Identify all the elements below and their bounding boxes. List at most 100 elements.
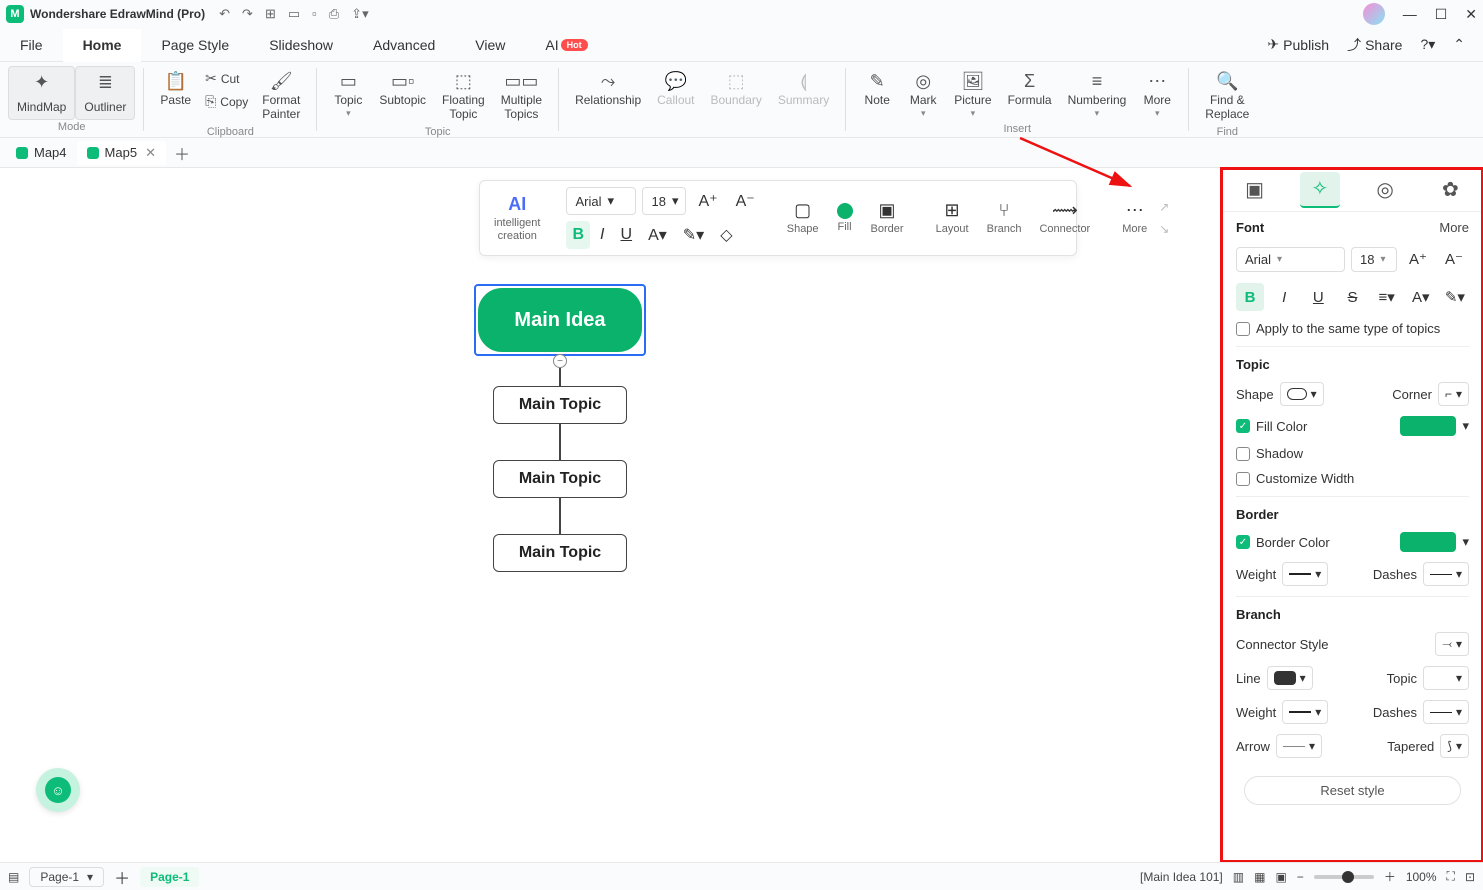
close-icon[interactable]: ✕ [1465,6,1477,23]
font-color-icon[interactable]: A▾ [642,221,673,249]
italic-icon[interactable]: I [594,221,610,249]
menu-page-style[interactable]: Page Style [141,28,249,61]
toolbar-expand-icon[interactable]: ↘ [1159,222,1169,236]
fill-color-checkbox[interactable]: ✓Fill Color [1236,419,1307,434]
font-shrink-icon[interactable]: A⁻ [1439,245,1469,273]
publish-button[interactable]: ✈Publish [1267,36,1329,53]
border-color-swatch[interactable] [1400,532,1456,552]
pages-icon[interactable]: ▤ [8,870,19,884]
float-branch-button[interactable]: ⑂Branch [981,200,1028,235]
align-button[interactable]: ≡▾ [1373,283,1401,311]
boundary-button[interactable]: ⬚Boundary [703,66,770,112]
help-button[interactable]: ?▾ [1420,36,1435,53]
border-weight-select[interactable]: ▾ [1282,562,1328,586]
zoom-in-icon[interactable]: ＋ [1384,868,1396,885]
line-color-select[interactable]: ▾ [1267,666,1313,690]
tapered-select[interactable]: ⟆▾ [1440,734,1469,758]
copy-button[interactable]: ⎘Copy [199,91,254,112]
zoom-out-icon[interactable]: − [1297,870,1304,884]
shape-select[interactable]: ▾ [1280,382,1324,406]
zoom-value[interactable]: 100% [1406,870,1437,884]
strike-button[interactable]: S [1338,283,1366,311]
minimize-icon[interactable]: — [1403,6,1417,22]
ai-creation-button[interactable]: AI intelligent creation [488,194,546,241]
font-increase-icon[interactable]: A⁺ [692,187,723,215]
highlight-button[interactable]: ✎▾ [1441,283,1469,311]
toolbar-collapse-icon[interactable]: ↗ [1159,200,1169,214]
mindmap-mode-button[interactable]: ✦MindMap [8,66,75,120]
font-grow-icon[interactable]: A⁺ [1403,245,1433,273]
print-icon[interactable]: ⎙ [329,6,339,22]
relationship-button[interactable]: ⤳Relationship [567,66,649,112]
maximize-icon[interactable]: ☐ [1435,6,1448,23]
outliner-mode-button[interactable]: ≣Outliner [75,66,135,120]
corner-select[interactable]: ⌐▾ [1438,382,1469,406]
main-topic-node-2[interactable]: Main Topic [493,460,627,498]
float-border-button[interactable]: ▣Border [865,200,910,235]
user-avatar-icon[interactable] [1363,3,1385,25]
format-painter-button[interactable]: 🖌Format Painter [254,66,308,126]
share-button[interactable]: ⤴Share [1347,35,1402,55]
fit-icon[interactable]: ⊡ [1465,870,1475,884]
mark-button[interactable]: ◎Mark▾ [900,66,946,123]
tab-map5[interactable]: Map5✕ [77,141,166,165]
main-topic-node-3[interactable]: Main Topic [493,534,627,572]
font-family-select[interactable]: Arial▾ [1236,247,1345,272]
multiple-topics-button[interactable]: ▭▭Multiple Topics [493,66,550,126]
add-tab-button[interactable]: ＋ [174,141,190,165]
side-tab-mark[interactable]: ◎ [1365,172,1405,208]
float-more-button[interactable]: ⋯More [1116,200,1153,235]
border-color-checkbox[interactable]: ✓Border Color [1236,535,1330,550]
numbering-button[interactable]: ≡Numbering▾ [1060,66,1135,123]
font-decrease-icon[interactable]: A⁻ [730,187,761,215]
view-layout-icon[interactable]: ▥ [1233,870,1244,884]
tab-close-icon[interactable]: ✕ [145,145,156,161]
font-size-select[interactable]: 18▾ [1351,247,1397,272]
branch-topic-select[interactable]: ▾ [1423,666,1469,690]
shadow-checkbox[interactable]: Shadow [1236,446,1469,461]
view-presentation-icon[interactable]: ▣ [1275,870,1286,884]
topic-button[interactable]: ▭Topic▾ [325,66,371,123]
collapse-ribbon-icon[interactable]: ⌃ [1453,36,1465,53]
apply-same-checkbox[interactable]: Apply to the same type of topics [1236,321,1469,336]
save-icon[interactable]: ▫ [312,6,317,22]
active-page-tab[interactable]: Page-1 [140,867,199,887]
border-dashes-select[interactable]: ▾ [1423,562,1469,586]
menu-ai[interactable]: AI Hot [525,28,607,61]
side-tab-page[interactable]: ▣ [1235,172,1275,208]
new-icon[interactable]: ⊞ [265,6,276,22]
reset-style-button[interactable]: Reset style [1244,776,1461,805]
export-icon[interactable]: ⇪▾ [351,6,368,22]
undo-icon[interactable]: ↶ [219,6,230,22]
page-select[interactable]: Page-1▾ [29,867,104,887]
menu-file[interactable]: File [0,28,63,61]
bold-icon[interactable]: B [566,221,590,249]
subtopic-button[interactable]: ▭▫Subtopic [371,66,434,112]
fill-color-swatch[interactable] [1400,416,1456,436]
zoom-slider[interactable] [1314,875,1374,879]
float-font-select[interactable]: Arial▾ [566,187,636,215]
bold-button[interactable]: B [1236,283,1264,311]
ribbon-more-button[interactable]: ⋯More▾ [1134,66,1180,123]
callout-button[interactable]: 💬Callout [649,66,702,112]
find-replace-button[interactable]: 🔍Find & Replace [1197,66,1257,126]
fullscreen-icon[interactable]: ⛶ [1447,869,1455,884]
clear-format-icon[interactable]: ◇ [714,221,738,249]
connector-style-select[interactable]: ⤙▾ [1435,632,1469,656]
menu-view[interactable]: View [455,28,525,61]
canvas[interactable]: AI intelligent creation Arial▾ 18▾ A⁺ A⁻… [0,168,1221,862]
add-page-icon[interactable]: ＋ [114,865,130,889]
menu-home[interactable]: Home [63,29,142,62]
menu-slideshow[interactable]: Slideshow [249,28,353,61]
float-connector-button[interactable]: ⟿Connector [1033,200,1096,235]
picture-button[interactable]: 🖼Picture▾ [946,66,999,123]
fill-color-dropdown-icon[interactable]: ▾ [1462,418,1469,434]
collapse-toggle-icon[interactable]: − [553,354,567,368]
tab-map4[interactable]: Map4 [6,141,77,164]
highlight-icon[interactable]: ✎▾ [677,221,710,249]
open-icon[interactable]: ▭ [288,6,300,22]
italic-button[interactable]: I [1270,283,1298,311]
custom-width-checkbox[interactable]: Customize Width [1236,471,1469,486]
formula-button[interactable]: ΣFormula [1000,66,1060,112]
summary-button[interactable]: ⟬Summary [770,66,837,112]
